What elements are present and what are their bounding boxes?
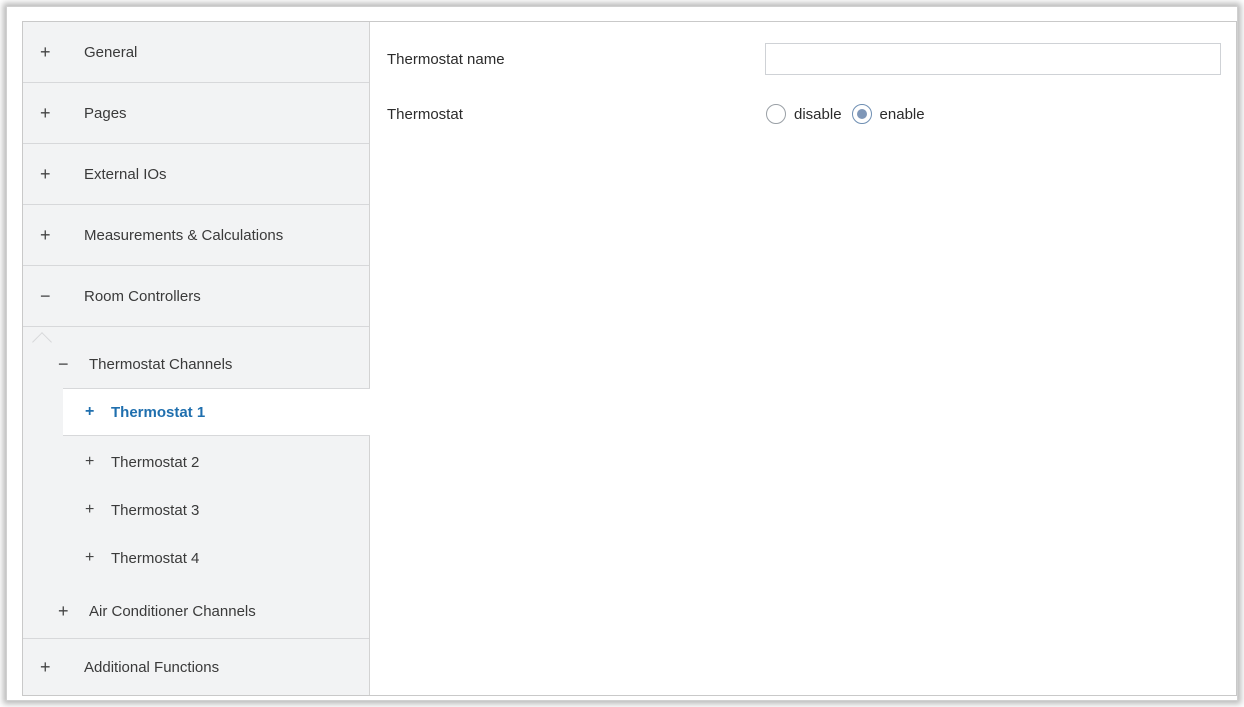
sidebar-item-label: Thermostat 4 [111,549,200,567]
radio-checked-icon [851,104,872,124]
sidebar-item-thermostat-1[interactable]: + Thermostat 1 [63,388,370,436]
expand-plus-icon: + [58,600,69,621]
sidebar-item-label: Thermostat 3 [111,501,200,519]
sidebar-item-label: Air Conditioner Channels [89,602,256,620]
expand-plus-icon: + [85,453,95,470]
expand-plus-icon: + [40,163,51,184]
sidebar-item-label: Thermostat 2 [111,453,200,471]
expand-plus-icon: + [40,41,51,62]
thermostat-radio-group: disable enable [766,104,935,124]
collapse-minus-icon: − [40,285,51,306]
collapse-minus-icon: − [58,354,69,374]
thermostat-enable-radio[interactable]: enable [851,104,925,124]
sidebar-item-label: Room Controllers [84,287,201,305]
sidebar-item-air-conditioner-channels[interactable]: + Air Conditioner Channels [23,584,369,639]
sidebar-item-pages[interactable]: + Pages [23,83,369,144]
thermostat-enable-row: Thermostat disable enable [370,99,1236,129]
sidebar-item-label: Thermostat 1 [111,403,206,421]
thermostat-name-row: Thermostat name [370,42,1236,76]
app-frame: + General + Pages + External IOs + Measu… [6,6,1238,701]
expand-plus-icon: + [40,656,51,677]
sidebar-item-general[interactable]: + General [23,22,369,83]
thermostat-name-input[interactable] [765,43,1221,75]
parameter-window: + General + Pages + External IOs + Measu… [22,21,1237,696]
sidebar-item-label: Thermostat Channels [89,356,233,373]
sidebar-item-additional-functions[interactable]: + Additional Functions [23,639,369,695]
sidebar-item-label: General [84,43,138,61]
thermostat-label: Thermostat [387,105,463,123]
sidebar-item-external-ios[interactable]: + External IOs [23,144,369,205]
expand-plus-icon: + [85,501,95,518]
expand-plus-icon: + [40,102,51,123]
parameter-panel: Thermostat name Thermostat disable enabl… [370,22,1236,695]
expand-plus-icon: + [40,224,51,245]
thermostat-disable-radio[interactable]: disable [766,104,842,124]
sidebar-item-thermostat-3[interactable]: + Thermostat 3 [23,486,369,534]
expand-plus-icon: + [85,403,95,420]
sidebar-item-thermostat-2[interactable]: + Thermostat 2 [23,438,369,486]
radio-unchecked-icon [766,104,786,124]
expand-plus-icon: + [85,549,95,566]
radio-label: enable [879,105,925,123]
radio-label: disable [794,105,842,123]
thermostat-name-label: Thermostat name [387,50,505,68]
sidebar-item-label: Pages [84,104,127,122]
sidebar: + General + Pages + External IOs + Measu… [23,22,370,695]
sidebar-item-room-controllers[interactable]: − Room Controllers [23,266,369,327]
sidebar-item-label: External IOs [84,165,167,183]
sidebar-item-thermostat-channels[interactable]: − Thermostat Channels [23,340,369,389]
sidebar-item-thermostat-4[interactable]: + Thermostat 4 [23,534,369,582]
sidebar-item-measurements-calculations[interactable]: + Measurements & Calculations [23,205,369,266]
sidebar-item-label: Measurements & Calculations [84,226,284,244]
sidebar-item-label: Additional Functions [84,658,220,676]
